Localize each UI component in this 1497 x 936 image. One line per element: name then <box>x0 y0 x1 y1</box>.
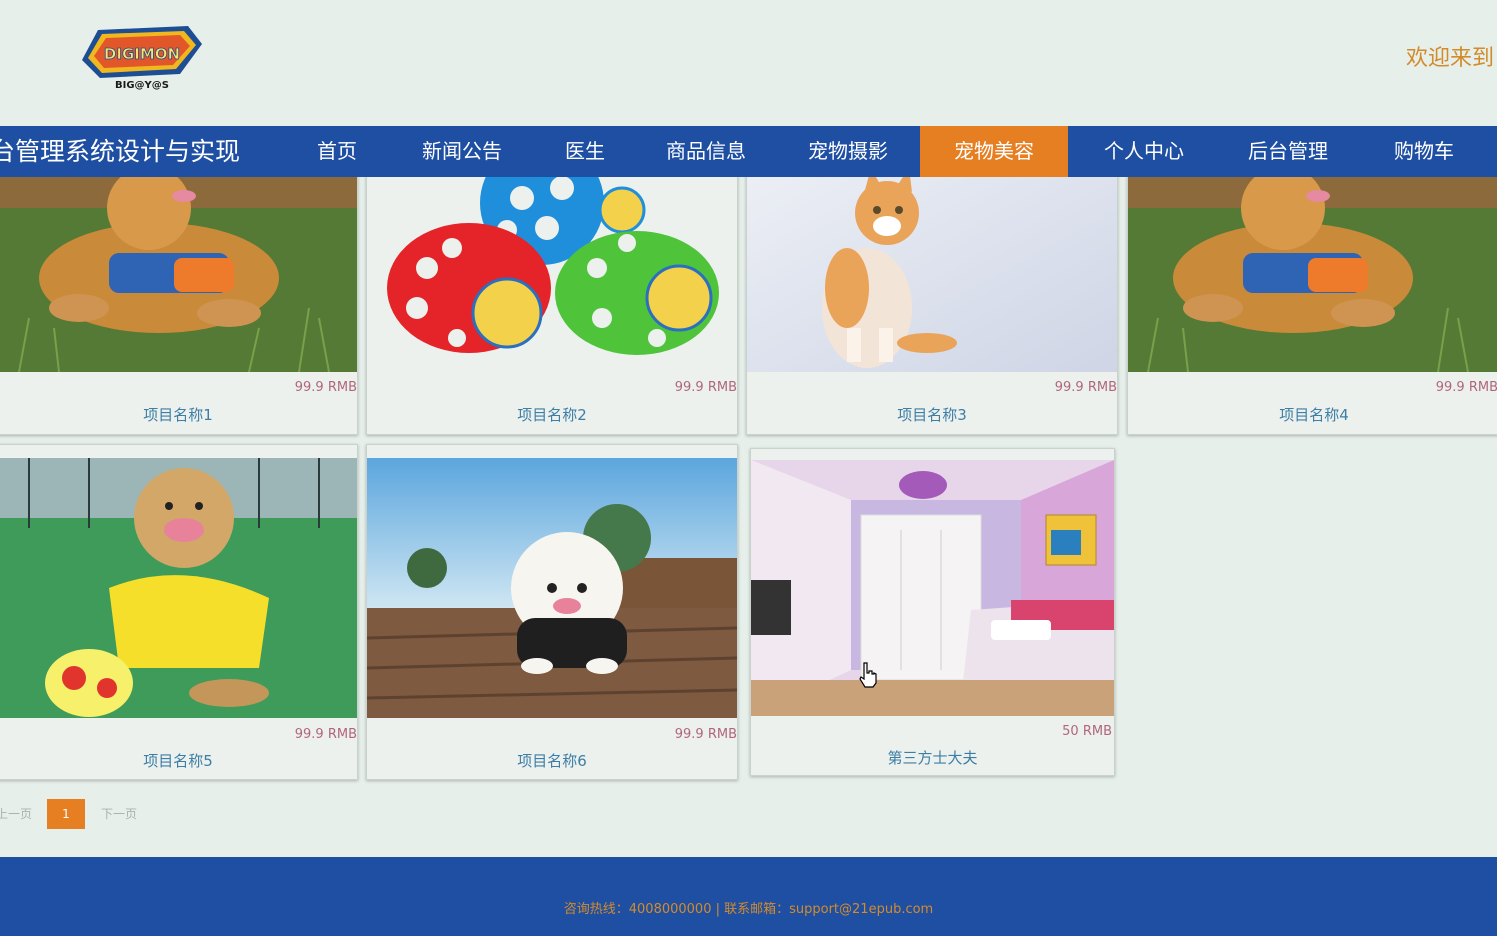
svg-text:DIGIMON: DIGIMON <box>104 45 180 63</box>
product-name[interactable]: 项目名称4 <box>1128 404 1497 425</box>
product-name[interactable]: 项目名称5 <box>0 750 357 771</box>
product-name[interactable]: 第三方士大夫 <box>751 747 1114 768</box>
nav-item-pet-grooming[interactable]: 宠物美容 <box>920 126 1068 177</box>
next-page-link[interactable]: 下一页 <box>101 799 137 829</box>
site-header: DIGIMON BIG@Y@S 欢迎来到 <box>0 0 1497 126</box>
nav-item-cart[interactable]: 购物车 <box>1374 126 1474 177</box>
prev-page-link[interactable]: 上一页 <box>0 799 32 829</box>
logo-text: BIG@Y@S <box>115 80 169 91</box>
nav-item-products[interactable]: 商品信息 <box>646 126 766 177</box>
nav-item-doctor[interactable]: 医生 <box>540 126 630 177</box>
product-grid: 99.9 RMB 项目名称1 99.9 RMB 项目名称2 99.9 RMB 项… <box>0 177 1497 857</box>
product-image-golden-retriever[interactable] <box>1128 177 1497 372</box>
product-card[interactable]: 99.9 RMB 项目名称4 <box>1127 177 1497 435</box>
product-name[interactable]: 项目名称2 <box>367 404 737 425</box>
footer-contact: 咨询热线：4008000000 | 联系邮箱：support@21epub.co… <box>563 902 934 917</box>
product-price: 99.9 RMB <box>674 380 737 395</box>
site-footer: 咨询热线：4008000000 | 联系邮箱：support@21epub.co… <box>0 857 1497 936</box>
product-card[interactable]: 99.9 RMB 项目名称1 <box>0 177 358 435</box>
product-name[interactable]: 项目名称6 <box>367 750 737 771</box>
product-name[interactable]: 项目名称1 <box>0 404 357 425</box>
welcome-text: 欢迎来到 <box>1406 46 1495 71</box>
hand-cursor-icon <box>858 662 878 692</box>
nav-item-news[interactable]: 新闻公告 <box>402 126 522 177</box>
product-image-dog-football[interactable] <box>0 458 357 718</box>
current-page-button[interactable]: 1 <box>47 799 85 829</box>
site-title: 台管理系统设计与实现 <box>0 137 241 166</box>
nav-item-pet-photo[interactable]: 宠物摄影 <box>788 126 908 177</box>
product-card[interactable]: 50 RMB 第三方士大夫 <box>750 448 1115 776</box>
product-price: 99.9 RMB <box>1054 380 1117 395</box>
product-card[interactable]: 99.9 RMB 项目名称3 <box>746 177 1118 435</box>
product-image-golden-retriever[interactable] <box>0 177 357 372</box>
product-price: 99.9 RMB <box>1435 380 1497 395</box>
product-image-bichon-dog[interactable] <box>367 458 737 718</box>
product-image-bedroom[interactable] <box>751 460 1114 716</box>
product-image-pet-toys[interactable] <box>367 177 737 372</box>
product-price: 50 RMB <box>1062 724 1112 739</box>
product-card[interactable]: 99.9 RMB 项目名称2 <box>366 177 738 435</box>
product-card[interactable]: 99.9 RMB 项目名称5 <box>0 444 358 780</box>
nav-item-admin[interactable]: 后台管理 <box>1228 126 1348 177</box>
product-price: 99.9 RMB <box>294 727 357 742</box>
product-price: 99.9 RMB <box>674 727 737 742</box>
main-nav: 台管理系统设计与实现 首页 新闻公告 医生 商品信息 宠物摄影 宠物美容 个人中… <box>0 126 1497 177</box>
nav-item-home[interactable]: 首页 <box>292 126 382 177</box>
nav-item-user-center[interactable]: 个人中心 <box>1084 126 1204 177</box>
product-image-cat[interactable] <box>747 177 1117 372</box>
product-price: 99.9 RMB <box>294 380 357 395</box>
site-logo[interactable]: DIGIMON BIG@Y@S <box>76 24 206 94</box>
product-card[interactable]: 99.9 RMB 项目名称6 <box>366 444 738 780</box>
product-name[interactable]: 项目名称3 <box>747 404 1117 425</box>
